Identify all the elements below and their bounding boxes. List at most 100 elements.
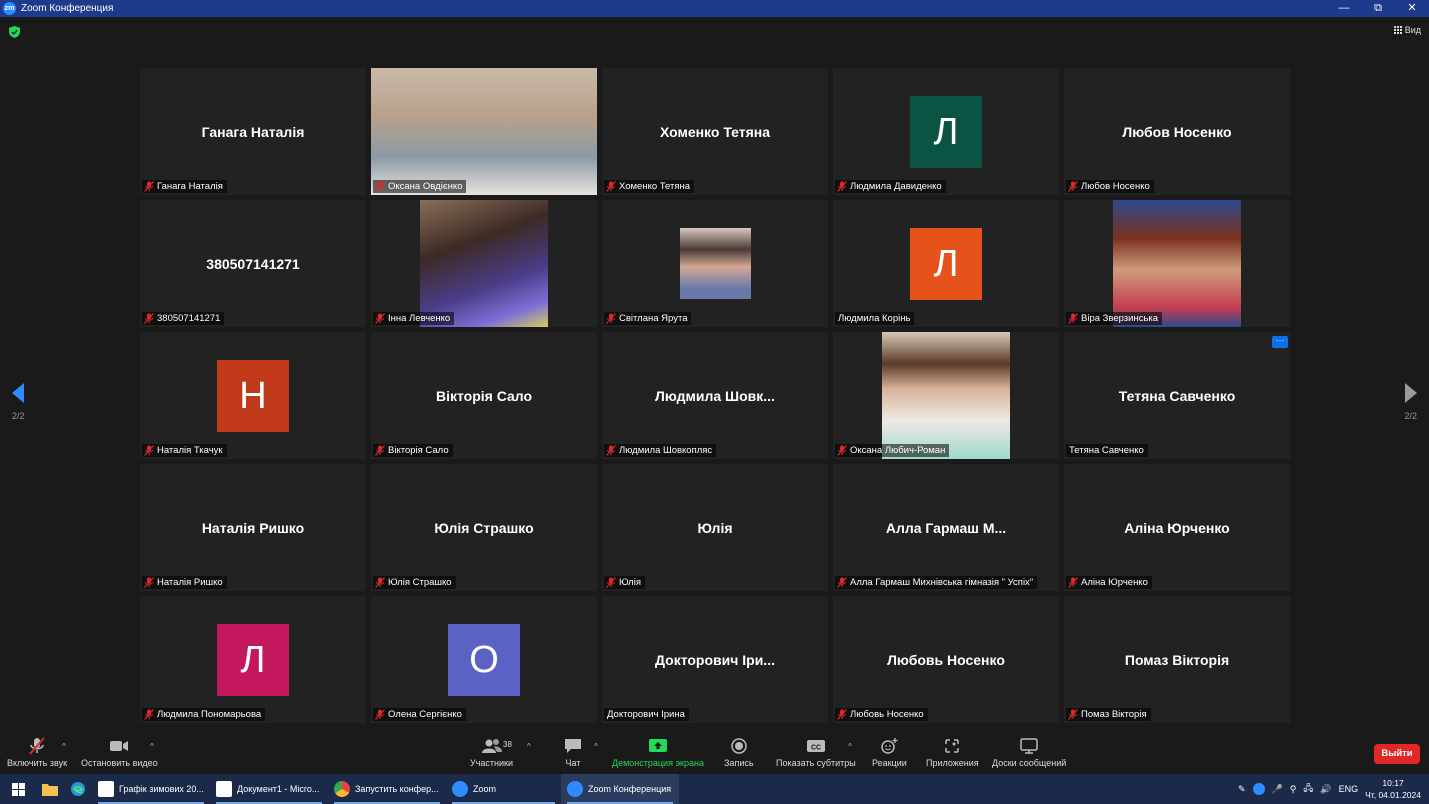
captions-options-caret[interactable]: ^ xyxy=(848,742,852,751)
participant-profile-photo xyxy=(882,332,1010,459)
participant-tile[interactable]: Л Людмила Давиденко xyxy=(833,68,1059,195)
participant-name-text: Вікторія Сало xyxy=(388,445,449,456)
captions-button[interactable]: CC Показать субтитры xyxy=(776,737,856,768)
encryption-shield-icon[interactable] xyxy=(9,26,20,38)
mic-muted-icon xyxy=(606,181,616,192)
participant-tile[interactable]: Хоменко Тетяна Хоменко Тетяна xyxy=(602,68,828,195)
microphone-tray-icon[interactable]: 🎤 xyxy=(1272,784,1283,795)
network-share-icon[interactable]: ✎ xyxy=(1238,784,1246,795)
mic-muted-icon xyxy=(375,313,385,324)
system-clock[interactable]: 10:17 Чт, 04.01.2024 xyxy=(1365,777,1421,801)
participant-name-label: Аліна Юрченко xyxy=(1066,576,1152,589)
taskbar-edge[interactable] xyxy=(64,774,92,804)
participant-tile[interactable]: Л Людмила Пономарьова xyxy=(140,596,366,723)
restore-button[interactable]: ⧉ xyxy=(1361,0,1395,17)
taskbar-file-explorer[interactable] xyxy=(36,774,64,804)
participant-name-label: Юлія xyxy=(604,576,645,589)
record-button[interactable]: Запись xyxy=(724,737,754,768)
participant-tile[interactable]: Наталія Ришко Наталія Ришко xyxy=(140,464,366,591)
taskbar-app-button[interactable]: Документ1 - Micro... xyxy=(210,774,328,804)
view-button[interactable]: Вид xyxy=(1393,25,1421,35)
minimize-button[interactable]: — xyxy=(1327,0,1361,17)
participant-name-label: Наталія Ткачук xyxy=(142,444,227,457)
participant-name-text: Людмила Пономарьова xyxy=(157,709,262,720)
chat-icon xyxy=(565,739,581,753)
reactions-icon xyxy=(881,738,898,754)
mic-muted-icon xyxy=(1068,709,1078,720)
previous-page-button[interactable]: 2/2 xyxy=(12,383,25,421)
mic-muted-icon xyxy=(606,577,616,588)
muted-mic-icon xyxy=(29,737,45,755)
participant-more-options-button[interactable]: ··· xyxy=(1272,336,1288,348)
taskbar-app-button[interactable]: Графік зимових 20... xyxy=(92,774,210,804)
participant-name-text: Любов Носенко xyxy=(1081,181,1150,192)
participant-tile[interactable]: Оксана Овдієнко xyxy=(371,68,597,195)
participant-tile[interactable]: Аліна Юрченко Аліна Юрченко xyxy=(1064,464,1290,591)
participant-tile[interactable]: О Олена Сергієнко xyxy=(371,596,597,723)
arrow-left-icon xyxy=(12,383,25,403)
mic-muted-icon xyxy=(144,313,154,324)
windows-logo-icon xyxy=(11,782,25,796)
participant-tile[interactable]: Помаз Вікторія Помаз Вікторія xyxy=(1064,596,1290,723)
stop-video-button[interactable]: Остановить видео xyxy=(81,737,158,768)
participants-options-caret[interactable]: ^ xyxy=(527,742,531,751)
chat-options-caret[interactable]: ^ xyxy=(594,742,598,751)
close-button[interactable]: ✕ xyxy=(1395,0,1429,17)
participant-tile[interactable]: Юлія Юлія xyxy=(602,464,828,591)
leave-meeting-button[interactable]: Выйти xyxy=(1374,744,1420,764)
share-screen-button[interactable]: Демонстрация экрана xyxy=(612,737,704,768)
participant-tile[interactable]: Світлана Ярута xyxy=(602,200,828,327)
taskbar-app-button[interactable]: Zoom Конференция xyxy=(561,774,679,804)
participant-tile[interactable]: 380507141271 380507141271 xyxy=(140,200,366,327)
participant-tile[interactable]: Любов Носенко Любов Носенко xyxy=(1064,68,1290,195)
network-tray-icon[interactable]: 🖧 xyxy=(1303,781,1313,797)
participant-name-text: Помаз Вікторія xyxy=(1081,709,1147,720)
participant-tile[interactable]: Інна Левченко xyxy=(371,200,597,327)
participant-name-label: Олена Сергієнко xyxy=(373,708,466,721)
participant-tile[interactable]: Любовь Носенко Любовь Носенко xyxy=(833,596,1059,723)
unmute-button[interactable]: Включить звук xyxy=(7,737,67,768)
volume-tray-icon[interactable]: 🔊 xyxy=(1320,784,1331,795)
folder-icon xyxy=(42,784,58,796)
mic-muted-icon xyxy=(375,445,385,456)
audio-options-caret[interactable]: ^ xyxy=(62,742,66,751)
participant-tile[interactable]: Юлія Страшко Юлія Страшко xyxy=(371,464,597,591)
location-tray-icon[interactable]: ⚲ xyxy=(1290,784,1297,795)
chat-button[interactable]: Чат xyxy=(563,737,583,768)
participant-name-text: Інна Левченко xyxy=(388,313,451,324)
participant-name-text: Віра Зверзинська xyxy=(1081,313,1159,324)
apps-button[interactable]: Приложения xyxy=(926,737,979,768)
taskbar-app-button[interactable]: Запустить конфер... xyxy=(328,774,446,804)
participant-display-name: Юлія Страшко xyxy=(434,519,534,536)
whiteboards-button[interactable]: Доски сообщений xyxy=(992,737,1066,768)
participant-name-label: Наталія Ришко xyxy=(142,576,227,589)
language-indicator[interactable]: ENG xyxy=(1339,784,1359,794)
participant-tile[interactable]: Тетяна Савченко ··· Тетяна Савченко xyxy=(1064,332,1290,459)
participant-name-text: Наталія Ришко xyxy=(157,577,223,588)
reactions-button[interactable]: Реакции xyxy=(872,737,907,768)
participant-display-name: Аліна Юрченко xyxy=(1124,519,1230,536)
participant-name-label: Людмила Шовкопляс xyxy=(604,444,717,457)
participant-name-label: Людмила Давиденко xyxy=(835,180,946,193)
participant-tile[interactable]: Докторович Іри... Докторович Ірина xyxy=(602,596,828,723)
participant-tile[interactable]: Алла Гармаш М... Алла Гармаш Михнівська г… xyxy=(833,464,1059,591)
participant-tile[interactable]: Віра Зверзинська xyxy=(1064,200,1290,327)
start-button[interactable] xyxy=(0,774,36,804)
participant-name-label: Ганага Наталія xyxy=(142,180,227,193)
next-page-button[interactable]: 2/2 xyxy=(1404,383,1417,421)
participant-tile[interactable]: Вікторія Сало Вікторія Сало xyxy=(371,332,597,459)
participant-tile[interactable]: Ганага Наталія Ганага Наталія xyxy=(140,68,366,195)
taskbar-app-button[interactable]: Zoom xyxy=(446,774,561,804)
video-options-caret[interactable]: ^ xyxy=(150,742,154,751)
zoom-tray-icon[interactable] xyxy=(1252,783,1265,795)
participant-tile[interactable]: Оксана Любич-Роман xyxy=(833,332,1059,459)
participant-tile[interactable]: Людмила Шовк... Людмила Шовкопляс xyxy=(602,332,828,459)
participant-tile[interactable]: Н Наталія Ткачук xyxy=(140,332,366,459)
share-screen-icon xyxy=(648,739,667,752)
participant-name-label: Алла Гармаш Михнівська гімназія " Успіх" xyxy=(835,576,1038,589)
participant-name-label: Оксана Любич-Роман xyxy=(835,444,950,457)
participant-tile[interactable]: Л Людмила Корінь xyxy=(833,200,1059,327)
zoom-icon xyxy=(567,781,583,797)
participant-display-name: Тетяна Савченко xyxy=(1118,387,1236,404)
participant-profile-photo xyxy=(1113,200,1241,327)
